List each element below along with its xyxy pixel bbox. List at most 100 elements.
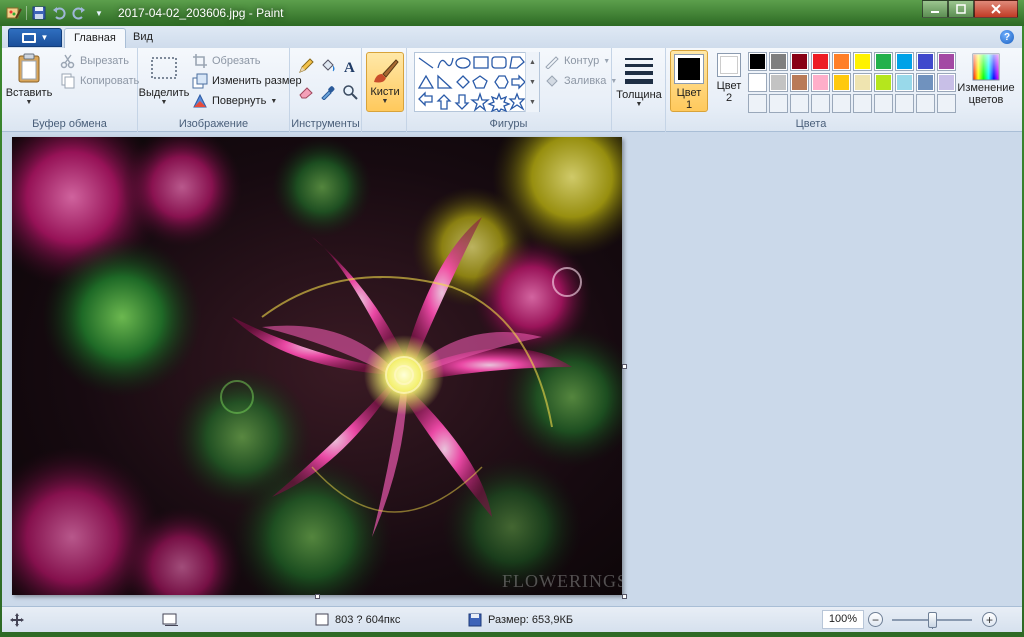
save-icon[interactable] <box>31 5 47 21</box>
scroll-up-icon[interactable]: ▲ <box>529 59 536 66</box>
palette-swatch-empty[interactable] <box>748 94 767 113</box>
palette-swatch[interactable] <box>874 52 893 71</box>
palette-swatch-empty[interactable] <box>832 94 851 113</box>
fill-button[interactable]: Заливка ▼ <box>544 72 617 90</box>
palette-swatch[interactable] <box>790 52 809 71</box>
zoom-out-button[interactable]: − <box>868 612 883 627</box>
palette-swatch[interactable] <box>874 73 893 92</box>
tab-view[interactable]: Вид <box>124 28 162 48</box>
palette-swatch[interactable] <box>937 52 956 71</box>
zoom-level[interactable]: 100% <box>822 610 864 629</box>
shapes-group-label: Фигуры <box>489 118 528 130</box>
cut-label: Вырезать <box>80 55 129 67</box>
palette-swatch-empty[interactable] <box>916 94 935 113</box>
brushes-button[interactable]: Кисти ▼ <box>366 52 404 112</box>
document-icon <box>21 32 36 43</box>
zoom-in-button[interactable]: + <box>982 612 997 627</box>
resize-handle-bottom[interactable] <box>315 594 320 599</box>
select-label: Выделить <box>138 87 190 99</box>
palette-swatch[interactable] <box>769 73 788 92</box>
palette-swatch[interactable] <box>895 73 914 92</box>
shapes-icons <box>417 56 526 112</box>
pencil-tool[interactable] <box>296 56 316 76</box>
shapes-gallery: ▲ ▼ ▼ <box>414 52 540 112</box>
resize-button[interactable]: Изменить размер <box>192 72 302 90</box>
edit-colors-button[interactable]: Изменение цветов <box>956 52 1016 106</box>
application-menu-button[interactable]: ▼ <box>8 28 62 47</box>
size-button[interactable]: Толщина ▼ <box>616 54 662 108</box>
palette-swatch[interactable] <box>853 73 872 92</box>
window-controls <box>922 0 1018 18</box>
eraser-tool[interactable] <box>296 82 316 102</box>
minimize-button[interactable] <box>922 0 948 18</box>
crop-icon <box>193 54 207 68</box>
palette-swatch-empty[interactable] <box>874 94 893 113</box>
tab-home[interactable]: Главная <box>64 28 126 48</box>
customize-qat-icon[interactable]: ▼ <box>91 5 107 21</box>
palette-swatch[interactable] <box>832 52 851 71</box>
fill-tool[interactable] <box>318 56 338 76</box>
palette-swatch[interactable] <box>811 52 830 71</box>
paint-app-icon[interactable] <box>6 5 22 21</box>
palette-swatch[interactable] <box>769 52 788 71</box>
palette-swatch[interactable] <box>937 73 956 92</box>
close-button[interactable] <box>974 0 1018 18</box>
magnifier-tool[interactable] <box>340 82 360 102</box>
paste-button[interactable]: Вставить ▼ <box>6 52 52 106</box>
workspace: FLOWERINGS <box>2 132 1022 606</box>
tools-group-label: Инструменты <box>291 118 360 130</box>
color2-button[interactable]: Цвет 2 <box>712 53 746 104</box>
palette-swatch-empty[interactable] <box>769 94 788 113</box>
palette-swatch-empty[interactable] <box>790 94 809 113</box>
shapes-gallery-scroll[interactable]: ▲ ▼ ▼ <box>525 52 539 112</box>
palette-swatch[interactable] <box>748 52 767 71</box>
image-group-label: Изображение <box>178 118 249 130</box>
rotate-button[interactable]: Повернуть ▼ <box>192 92 277 110</box>
pencil-icon <box>299 58 314 73</box>
resize-icon <box>192 73 208 89</box>
palette-swatch[interactable] <box>790 73 809 92</box>
palette-swatch[interactable] <box>832 73 851 92</box>
palette-swatch-empty[interactable] <box>853 94 872 113</box>
resize-label: Изменить размер <box>212 75 302 87</box>
help-icon[interactable]: ? <box>1000 30 1014 44</box>
resize-handle-right[interactable] <box>622 364 627 369</box>
scroll-down-icon[interactable]: ▼ <box>529 79 536 86</box>
palette-swatch[interactable] <box>811 73 830 92</box>
palette-swatch-empty[interactable] <box>937 94 956 113</box>
redo-icon[interactable] <box>71 5 87 21</box>
palette-swatch-empty[interactable] <box>811 94 830 113</box>
copy-button[interactable]: Копировать <box>60 72 139 90</box>
palette-swatch[interactable] <box>748 73 767 92</box>
color-picker-tool[interactable] <box>318 82 338 102</box>
ribbon-tab-bar: ▼ Главная Вид ? <box>2 26 1022 48</box>
cursor-position <box>10 613 24 627</box>
outline-button[interactable]: Контур ▼ <box>544 52 610 70</box>
palette-swatch[interactable] <box>853 52 872 71</box>
cut-button[interactable]: Вырезать <box>60 52 129 70</box>
crop-button[interactable]: Обрезать <box>192 52 261 70</box>
move-cursor-icon <box>10 613 24 627</box>
scissors-icon <box>60 54 75 69</box>
palette-swatch[interactable] <box>895 52 914 71</box>
maximize-button[interactable] <box>948 0 974 18</box>
palette-swatch[interactable] <box>916 52 935 71</box>
zoom-slider-thumb[interactable] <box>928 612 937 628</box>
clipboard-group-label: Буфер обмена <box>32 118 107 130</box>
drawing-canvas[interactable]: FLOWERINGS <box>12 137 622 595</box>
palette-swatch-empty[interactable] <box>895 94 914 113</box>
color1-number: 1 <box>685 99 693 111</box>
chevron-down-icon: ▼ <box>635 101 643 108</box>
color-palette <box>748 52 956 113</box>
quick-access-toolbar: ▼ <box>6 4 107 22</box>
svg-text:A: A <box>344 60 355 74</box>
text-tool[interactable]: A <box>340 56 360 76</box>
copy-label: Копировать <box>80 75 140 87</box>
color1-button[interactable]: Цвет 1 <box>670 50 708 112</box>
expand-gallery-icon[interactable]: ▼ <box>529 99 536 106</box>
undo-icon[interactable] <box>51 5 67 21</box>
select-button[interactable]: Выделить ▼ <box>138 52 190 106</box>
crop-label: Обрезать <box>212 55 261 67</box>
palette-swatch[interactable] <box>916 73 935 92</box>
resize-handle-corner[interactable] <box>622 594 627 599</box>
